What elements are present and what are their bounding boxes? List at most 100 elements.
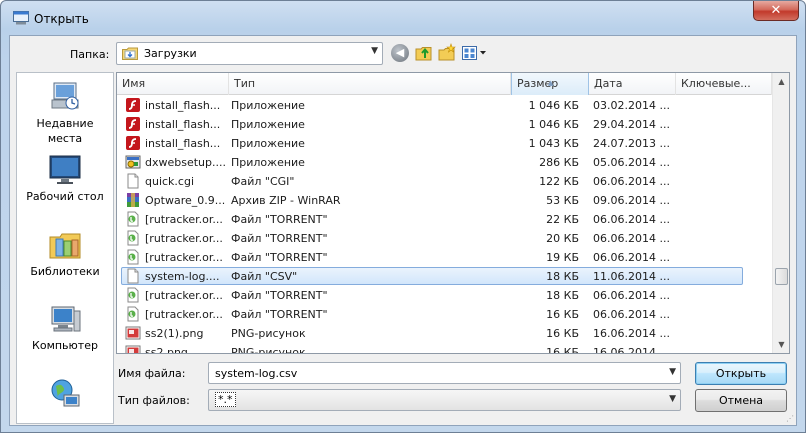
file-name: dxwebsetup....: [145, 156, 225, 169]
flash-exe-icon: [125, 97, 141, 113]
recent-places-icon: [51, 82, 79, 110]
filetype-dropdown[interactable]: *.* ▼: [208, 389, 681, 411]
lookin-dropdown[interactable]: Загрузки ▼: [116, 42, 383, 65]
file-date: 05.06.2014 ...: [593, 156, 670, 169]
chevron-down-icon: ▼: [669, 394, 676, 404]
file-type: Файл "CGI": [231, 175, 295, 188]
file-name: ss2(1).png: [145, 327, 204, 340]
file-date: 16.06.2014 ...: [593, 346, 670, 354]
chevron-down-icon: ▼: [371, 46, 378, 56]
place-network[interactable]: [17, 377, 113, 414]
folder-icon: [122, 47, 138, 60]
file-row[interactable]: system-log.... Файл "CSV" 18 КБ 11.06.2014 …: [117, 267, 772, 286]
winrar-icon: [125, 192, 141, 208]
png-image-icon: [125, 344, 141, 353]
file-name: [rutracker.or...: [145, 251, 223, 264]
file-type: PNG-рисунок: [231, 346, 306, 354]
file-date: 06.06.2014 ...: [593, 175, 670, 188]
column-header-size[interactable]: ▲ Размер: [511, 73, 589, 95]
file-row[interactable]: [rutracker.or... Файл "TORRENT" 18 КБ 06.06…: [117, 286, 772, 305]
place-libraries[interactable]: Библиотеки: [17, 229, 113, 279]
flash-exe-icon: [125, 135, 141, 151]
scroll-down-icon[interactable]: ▼: [773, 336, 789, 353]
file-date: 06.06.2014 ...: [593, 213, 670, 226]
file-type: Файл "CSV": [231, 270, 298, 283]
file-date: 06.06.2014 ...: [593, 289, 670, 302]
open-button[interactable]: Открыть: [695, 362, 787, 385]
file-list-view[interactable]: Имя Тип ▲ Размер Дата Ключевые... instal…: [116, 72, 790, 354]
filename-value[interactable]: system-log.csv: [215, 367, 297, 380]
computer-icon: [51, 306, 81, 332]
file-row[interactable]: ss2.png PNG-рисунок 16 КБ 16.06.2014 ...: [117, 343, 772, 354]
place-label: Библиотеки: [30, 265, 100, 278]
new-folder-icon[interactable]: [437, 43, 457, 63]
title-bar[interactable]: Открыть ✕: [1, 1, 805, 35]
column-header-tags[interactable]: Ключевые...: [676, 73, 772, 95]
file-name: quick.cgi: [145, 175, 195, 188]
sort-ascending-icon: ▲: [548, 79, 554, 87]
view-menu-icon[interactable]: [461, 44, 491, 62]
file-type: Архив ZIP - WinRAR: [231, 194, 341, 207]
file-date: 06.06.2014 ...: [593, 308, 670, 321]
file-name: install_flash...: [145, 99, 221, 112]
desktop-icon: [49, 155, 81, 184]
file-date: 06.06.2014 ...: [593, 251, 670, 264]
blank-file-icon: [125, 173, 141, 189]
file-row[interactable]: dxwebsetup.... Приложение 286 КБ 05.06.2014…: [117, 153, 772, 172]
place-recent[interactable]: Недавние места: [17, 79, 113, 146]
back-icon[interactable]: ◀: [391, 44, 409, 62]
file-date: 06.06.2014 ...: [593, 232, 670, 245]
file-size: 286 КБ: [539, 156, 579, 169]
file-size: 1 043 КБ: [528, 137, 579, 150]
place-label: Недавние места: [36, 117, 94, 145]
file-row[interactable]: ss2(1).png PNG-рисунок 16 КБ 16.06.2014 ...: [117, 324, 772, 343]
column-header-name[interactable]: Имя: [117, 73, 229, 95]
scrollbar-thumb[interactable]: [775, 268, 788, 285]
column-header-type[interactable]: Тип: [229, 73, 511, 95]
file-size: 20 КБ: [546, 232, 579, 245]
scroll-up-icon[interactable]: ▲: [773, 73, 789, 90]
file-name: install_flash...: [145, 137, 221, 150]
file-size: 16 КБ: [546, 308, 579, 321]
torrent-file-icon: [125, 306, 141, 322]
filename-combobox[interactable]: system-log.csv ▼: [208, 362, 681, 384]
dialog-client-area: Папка: Загрузки ▼ ◀ Недавние места Рабоч…: [9, 35, 797, 426]
png-image-icon: [125, 325, 141, 341]
file-row[interactable]: install_flash... Приложение 1 043 КБ 24.07.…: [117, 134, 772, 153]
close-button[interactable]: ✕: [753, 1, 799, 21]
network-icon: [51, 379, 80, 407]
file-row[interactable]: install_flash... Приложение 1 046 КБ 29.04.…: [117, 115, 772, 134]
file-row[interactable]: [rutracker.or... Файл "TORRENT" 22 КБ 06.06…: [117, 210, 772, 229]
file-size: 16 КБ: [546, 346, 579, 354]
file-row[interactable]: Optware_0.9... Архив ZIP - WinRAR 53 КБ 09.…: [117, 191, 772, 210]
file-type: Файл "TORRENT": [231, 289, 328, 302]
column-header-date[interactable]: Дата: [589, 73, 676, 95]
file-size: 19 КБ: [546, 251, 579, 264]
file-size: 1 046 КБ: [528, 118, 579, 131]
file-type: Файл "TORRENT": [231, 213, 328, 226]
place-desktop[interactable]: Рабочий стол: [17, 154, 113, 204]
app-window-icon: [13, 11, 29, 25]
cancel-button[interactable]: Отмена: [695, 389, 787, 412]
file-size: 22 КБ: [546, 213, 579, 226]
file-name: install_flash...: [145, 118, 221, 131]
file-size: 122 КБ: [539, 175, 579, 188]
flash-exe-icon: [125, 116, 141, 132]
torrent-file-icon: [125, 287, 141, 303]
file-name: ss2.png: [145, 346, 188, 354]
file-row[interactable]: [rutracker.or... Файл "TORRENT" 20 КБ 06.06…: [117, 229, 772, 248]
chevron-down-icon[interactable]: ▼: [669, 367, 676, 377]
filetype-label: Тип файлов:: [118, 394, 190, 407]
resize-grip-icon[interactable]: ⋰: [786, 414, 794, 423]
up-folder-icon[interactable]: [414, 43, 434, 63]
close-icon: ✕: [770, 3, 782, 18]
vertical-scrollbar[interactable]: ▲ ▼: [772, 73, 789, 353]
file-date: 03.02.2014 ...: [593, 99, 670, 112]
place-computer[interactable]: Компьютер: [17, 303, 113, 353]
file-row[interactable]: [rutracker.or... Файл "TORRENT" 16 КБ 06.06…: [117, 305, 772, 324]
file-name: [rutracker.or...: [145, 232, 223, 245]
file-row[interactable]: [rutracker.or... Файл "TORRENT" 19 КБ 06.06…: [117, 248, 772, 267]
file-row[interactable]: install_flash... Приложение 1 046 КБ 03.02.…: [117, 96, 772, 115]
setup-exe-icon: [125, 154, 141, 170]
file-row[interactable]: quick.cgi Файл "CGI" 122 КБ 06.06.2014 ...: [117, 172, 772, 191]
